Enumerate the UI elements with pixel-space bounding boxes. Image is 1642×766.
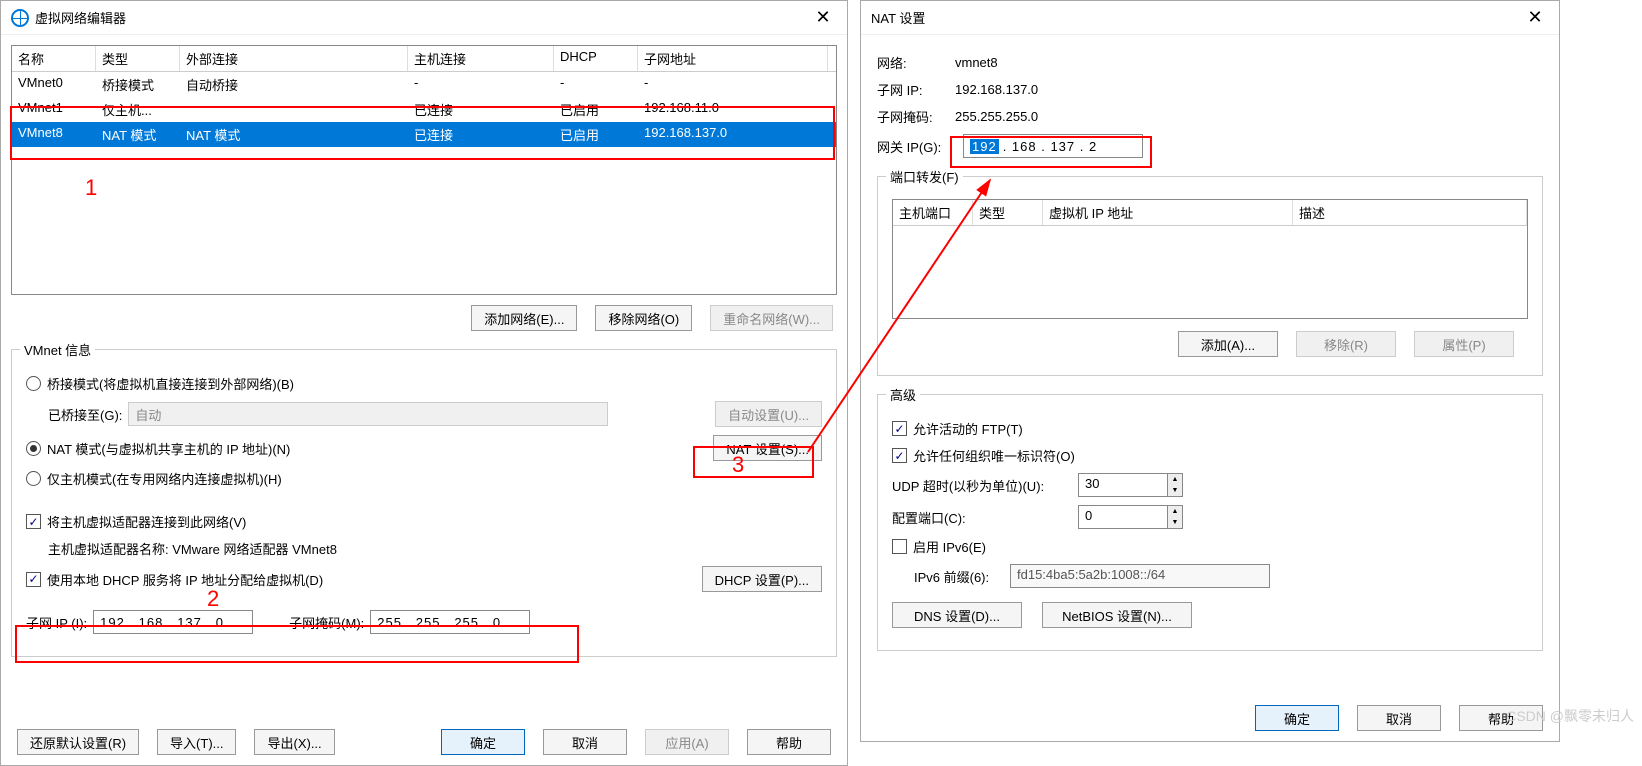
titlebar: NAT 设置 ✕	[861, 1, 1559, 35]
subnet-mask-value: 255.255.255.0	[955, 109, 1038, 124]
table-header: 名称 类型 外部连接 主机连接 DHCP 子网地址	[12, 46, 836, 72]
col-sub[interactable]: 子网地址	[638, 46, 828, 71]
host-adapter-name: 主机虚拟适配器名称: VMware 网络适配器 VMnet8	[48, 539, 337, 558]
close-icon[interactable]: ✕	[809, 7, 837, 28]
check-org-label: 允许任何组织唯一标识符(O)	[913, 446, 1075, 465]
subnet-mask-label: 子网掩码:	[877, 107, 949, 126]
check-ftp-label: 允许活动的 FTP(T)	[913, 419, 1023, 438]
radio-hostonly-label: 仅主机模式(在专用网络内连接虚拟机)(H)	[47, 469, 282, 488]
radio-nat-label: NAT 模式(与虚拟机共享主机的 IP 地址)(N)	[47, 439, 290, 458]
subnet-ip-label: 子网 IP (I):	[26, 613, 87, 632]
subnet-ip-input[interactable]: 192 . 168 . 137 . 0	[93, 610, 253, 634]
cancel-button[interactable]: 取消	[543, 729, 627, 755]
help-button[interactable]: 帮助	[747, 729, 831, 755]
udp-timeout-input[interactable]: 30▲▼	[1078, 473, 1183, 497]
gateway-ip-label: 网关 IP(G):	[877, 137, 957, 156]
subnet-ip-value: 192.168.137.0	[955, 82, 1038, 97]
group-title: VMnet 信息	[20, 340, 95, 359]
network-value: vmnet8	[955, 55, 998, 70]
check-hostadapter-label: 将主机虚拟适配器连接到此网络(V)	[47, 512, 246, 531]
bridge-select: 自动	[128, 402, 608, 426]
subnet-ip-label: 子网 IP:	[877, 80, 949, 99]
check-org[interactable]	[892, 448, 907, 463]
nat-settings-button[interactable]: NAT 设置(S)...	[713, 435, 822, 461]
config-port-label: 配置端口(C):	[892, 508, 1072, 527]
check-ipv6[interactable]	[892, 539, 907, 554]
table-row[interactable]: VMnet0桥接模式自动桥接---	[12, 72, 836, 97]
radio-bridge[interactable]	[26, 376, 41, 391]
ok-button[interactable]: 确定	[1255, 705, 1339, 731]
check-ftp[interactable]	[892, 421, 907, 436]
gateway-oct1: 192	[970, 139, 999, 154]
up-icon: ▲	[1168, 474, 1182, 485]
close-icon[interactable]: ✕	[1521, 7, 1549, 28]
restore-defaults-button[interactable]: 还原默认设置(R)	[17, 729, 139, 755]
netbios-settings-button[interactable]: NetBIOS 设置(N)...	[1042, 602, 1192, 628]
col-host[interactable]: 主机连接	[408, 46, 554, 71]
remove-network-button[interactable]: 移除网络(O)	[595, 305, 692, 331]
up-icon: ▲	[1168, 506, 1182, 517]
check-hostadapter[interactable]	[26, 514, 41, 529]
table-row[interactable]: VMnet1仅主机...已连接已启用192.168.11.0	[12, 97, 836, 122]
col-vm-ip[interactable]: 虚拟机 IP 地址	[1043, 200, 1293, 225]
col-host-port[interactable]: 主机端口	[893, 200, 973, 225]
globe-icon	[11, 9, 29, 27]
col-type[interactable]: 类型	[96, 46, 180, 71]
check-dhcp-label: 使用本地 DHCP 服务将 IP 地址分配给虚拟机(D)	[47, 570, 323, 589]
gateway-ip-input[interactable]: 192 . 168 . 137 . 2	[963, 134, 1143, 158]
radio-bridge-label: 桥接模式(将虚拟机直接连接到外部网络)(B)	[47, 374, 294, 393]
col-ext[interactable]: 外部连接	[180, 46, 408, 71]
fwd-remove-button: 移除(R)	[1296, 331, 1396, 357]
nat-settings-dialog: NAT 设置 ✕ 网络: vmnet8 子网 IP: 192.168.137.0 子…	[860, 0, 1560, 742]
subnet-mask-label: 子网掩码(M):	[289, 613, 364, 632]
bridge-auto-button: 自动设置(U)...	[715, 401, 822, 427]
ipv6-prefix-label: IPv6 前缀(6):	[914, 567, 1004, 586]
titlebar: 虚拟网络编辑器 ✕	[1, 1, 847, 35]
radio-hostonly[interactable]	[26, 471, 41, 486]
fwd-add-button[interactable]: 添加(A)...	[1178, 331, 1278, 357]
fwd-prop-button: 属性(P)	[1414, 331, 1514, 357]
bridge-to-label: 已桥接至(G):	[48, 405, 122, 424]
export-button[interactable]: 导出(X)...	[254, 729, 334, 755]
down-icon: ▼	[1168, 517, 1182, 528]
col-desc[interactable]: 描述	[1293, 200, 1527, 225]
network-label: 网络:	[877, 53, 949, 72]
apply-button: 应用(A)	[645, 729, 729, 755]
add-network-button[interactable]: 添加网络(E)...	[471, 305, 577, 331]
config-port-input[interactable]: 0▲▼	[1078, 505, 1183, 529]
radio-nat[interactable]	[26, 441, 41, 456]
ok-button[interactable]: 确定	[441, 729, 525, 755]
help-button[interactable]: 帮助	[1459, 705, 1543, 731]
port-forward-title: 端口转发(F)	[886, 167, 963, 186]
col-dhcp[interactable]: DHCP	[554, 46, 638, 71]
dialog-title: NAT 设置	[871, 8, 925, 27]
import-button[interactable]: 导入(T)...	[157, 729, 236, 755]
col-type[interactable]: 类型	[973, 200, 1043, 225]
port-forward-table: 主机端口 类型 虚拟机 IP 地址 描述	[892, 199, 1528, 319]
dhcp-settings-button[interactable]: DHCP 设置(P)...	[702, 566, 822, 592]
dialog-title: 虚拟网络编辑器	[35, 8, 126, 27]
udp-timeout-label: UDP 超时(以秒为单位)(U):	[892, 476, 1072, 495]
table-row-selected[interactable]: VMnet8NAT 模式NAT 模式已连接已启用192.168.137.0	[12, 122, 836, 147]
subnet-mask-input[interactable]: 255 . 255 . 255 . 0	[370, 610, 530, 634]
down-icon: ▼	[1168, 485, 1182, 496]
dns-settings-button[interactable]: DNS 设置(D)...	[892, 602, 1022, 628]
check-dhcp[interactable]	[26, 572, 41, 587]
rename-network-button: 重命名网络(W)...	[710, 305, 833, 331]
ipv6-prefix-input: fd15:4ba5:5a2b:1008::/64	[1010, 564, 1270, 588]
check-ipv6-label: 启用 IPv6(E)	[913, 537, 986, 556]
col-name[interactable]: 名称	[12, 46, 96, 71]
vmnet-info-group: VMnet 信息 桥接模式(将虚拟机直接连接到外部网络)(B) 已桥接至(G):…	[11, 349, 837, 657]
virtual-network-editor-dialog: 虚拟网络编辑器 ✕ 名称 类型 外部连接 主机连接 DHCP 子网地址 VMne…	[0, 0, 848, 766]
advanced-title: 高级	[886, 385, 920, 404]
cancel-button[interactable]: 取消	[1357, 705, 1441, 731]
network-table: 名称 类型 外部连接 主机连接 DHCP 子网地址 VMnet0桥接模式自动桥接…	[11, 45, 837, 295]
